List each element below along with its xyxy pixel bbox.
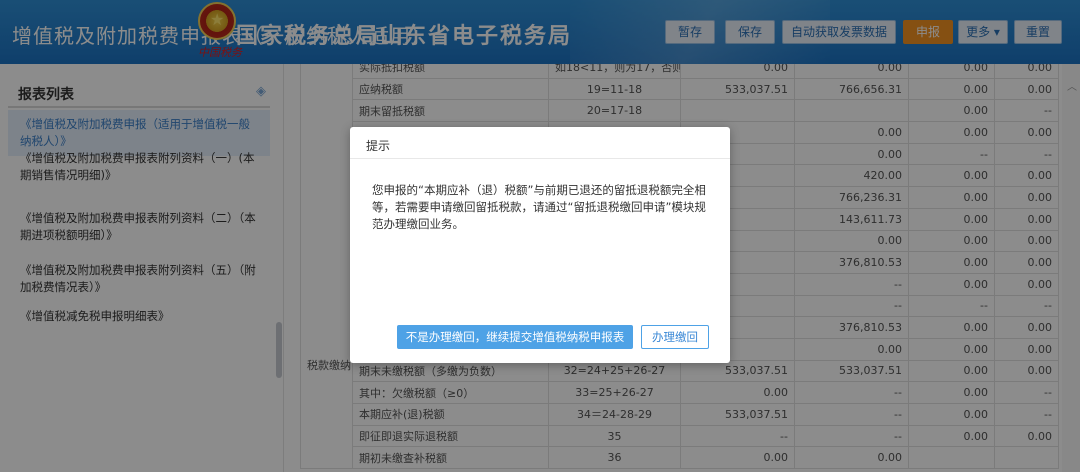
prompt-dialog: 提示 您申报的“本期应补（退）税额”与前期已退还的留抵退税额完全相等，若需要申请… [350,127,730,363]
continue-submit-button[interactable]: 不是办理缴回，继续提交增值税纳税申报表 [397,325,633,349]
dialog-header: 提示 [350,127,730,159]
dialog-title: 提示 [366,139,391,153]
dialog-message: 您申报的“本期应补（退）税额”与前期已退还的留抵退税额完全相等，若需要申请缴回留… [372,183,706,231]
handle-repayment-button[interactable]: 办理缴回 [641,325,709,349]
